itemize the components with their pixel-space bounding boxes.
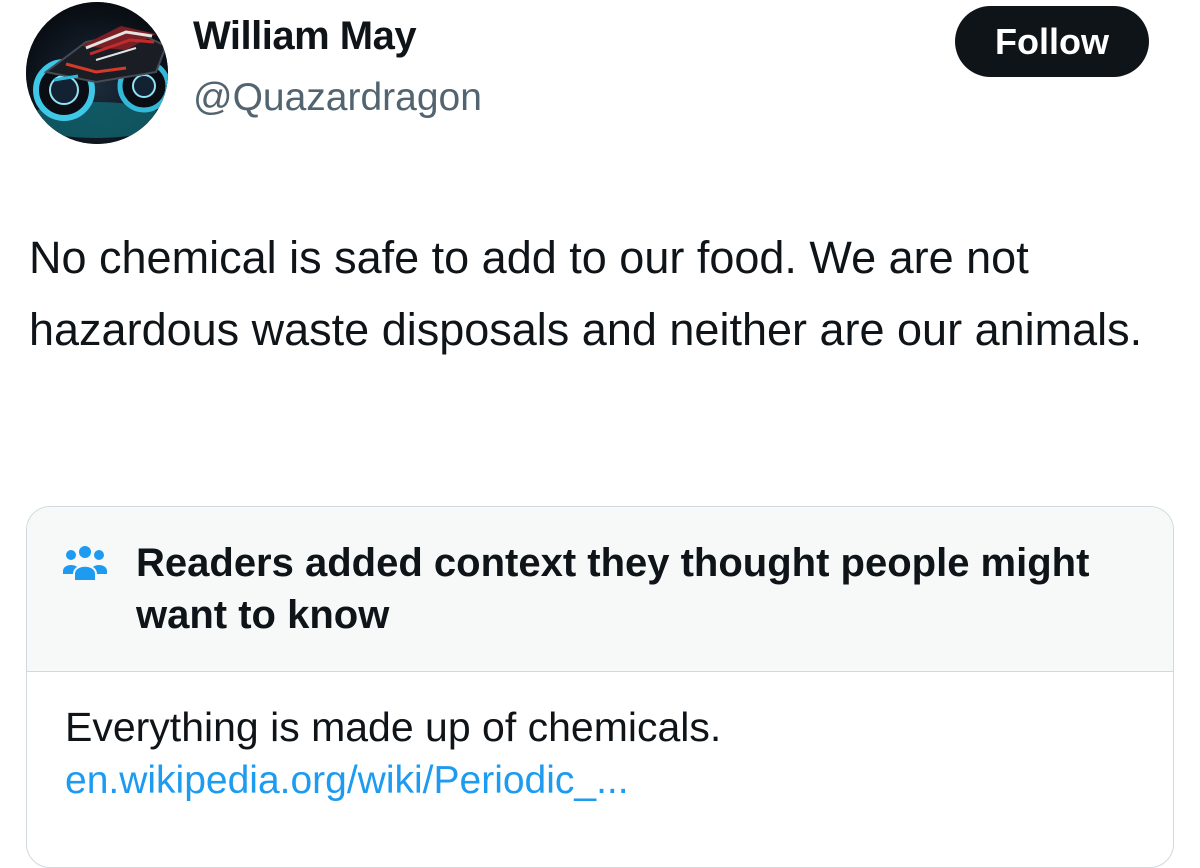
community-note-text: Everything is made up of chemicals.	[65, 704, 722, 750]
tweet-card: William May @Quazardragon Follow No chem…	[0, 0, 1200, 868]
community-note: Readers added context they thought peopl…	[26, 506, 1174, 868]
tweet-text: No chemical is safe to add to our food. …	[29, 232, 1143, 355]
author-handle[interactable]: @Quazardragon	[193, 76, 482, 120]
people-group-icon	[63, 546, 107, 582]
follow-button[interactable]: Follow	[955, 6, 1149, 77]
author-name[interactable]: William May	[193, 14, 417, 59]
community-note-header: Readers added context they thought peopl…	[27, 507, 1173, 672]
community-note-link[interactable]: en.wikipedia.org/wiki/Periodic_...	[65, 753, 629, 809]
motorcycle-avatar-icon[interactable]	[26, 2, 168, 144]
community-note-body: Everything is made up of chemicals. en.w…	[65, 701, 1145, 809]
community-note-title: Readers added context they thought peopl…	[136, 541, 1090, 637]
